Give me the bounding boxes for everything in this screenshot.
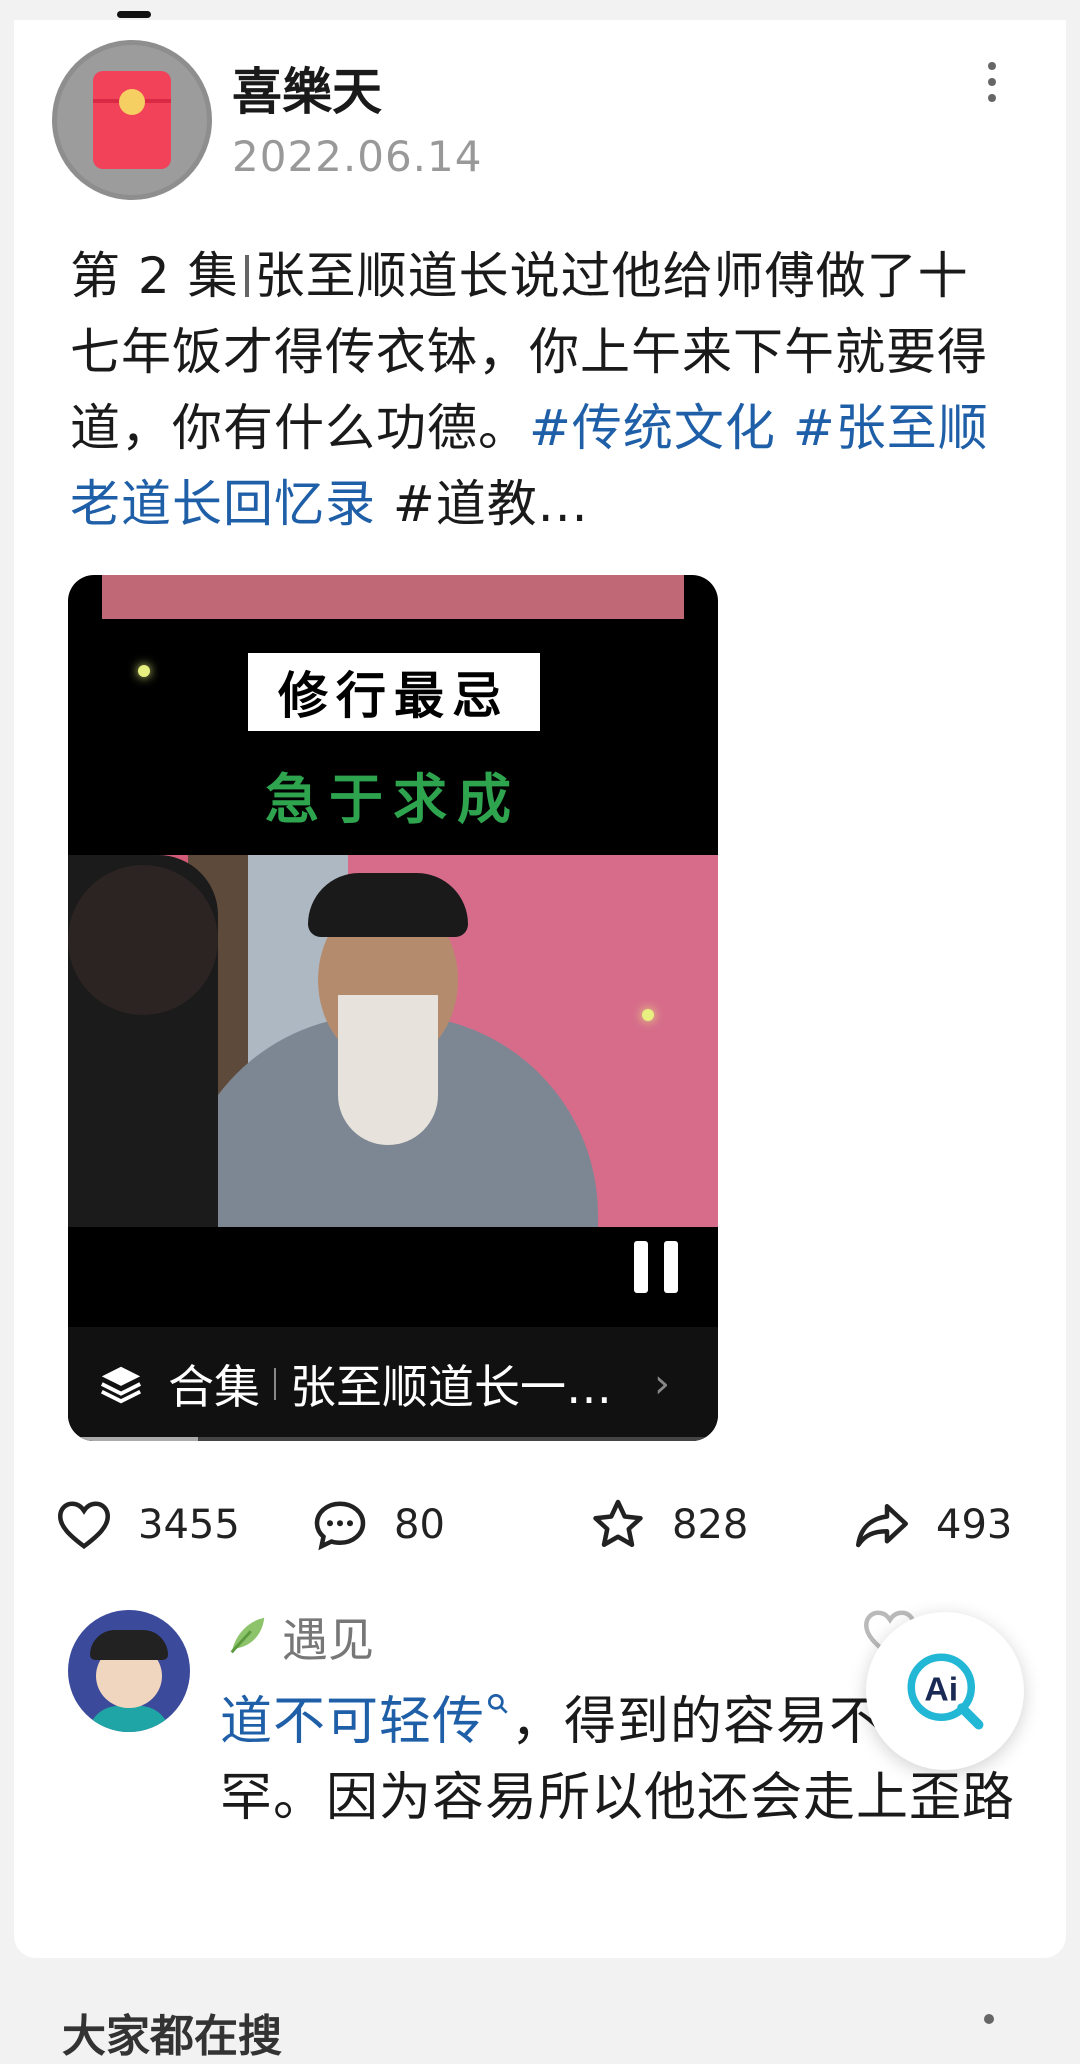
episode-label: 第 2 集: [70, 247, 239, 305]
commenter-avatar[interactable]: [68, 1610, 190, 1732]
share-arrow-icon: [856, 1504, 908, 1548]
video-progress-fill: [68, 1437, 198, 1441]
layers-icon: [100, 1366, 142, 1404]
comment-bubble-icon: [314, 1501, 366, 1551]
red-packet-icon: [93, 71, 171, 169]
sparkle: [642, 1009, 654, 1021]
text-divider: [244, 255, 249, 297]
post-actions: 3455 80 828 493: [54, 1490, 1024, 1560]
collection-bar[interactable]: 合集 张至顺道长一… ›: [68, 1327, 718, 1441]
hashtag-more[interactable]: #道教...: [393, 475, 589, 533]
sparkle: [138, 665, 150, 677]
search-icon[interactable]: [485, 1691, 511, 1717]
video-progress[interactable]: [68, 1437, 718, 1441]
comment-count: 80: [394, 1502, 445, 1548]
video-banner: [102, 575, 684, 619]
star-icon: [593, 1499, 643, 1547]
favorite-count: 828: [672, 1502, 749, 1548]
heart-icon: [57, 1501, 111, 1550]
more-dot-icon[interactable]: [984, 2014, 994, 2024]
more-options-button[interactable]: [982, 62, 1002, 112]
author-avatar[interactable]: [52, 40, 212, 200]
ai-assistant-button[interactable]: Ai: [866, 1612, 1024, 1770]
video-frame: [68, 855, 718, 1227]
like-button[interactable]: 3455: [54, 1490, 240, 1560]
author-name[interactable]: 喜樂天: [232, 52, 382, 124]
post-body: 第 2 集张至顺道长说过他给师傅做了十七年饭才得传衣钵，你上午来下午就要得道，你…: [70, 238, 1010, 542]
commenter-name[interactable]: 遇见: [282, 1604, 374, 1670]
collection-title: 张至顺道长一…: [290, 1360, 612, 1414]
like-count: 3455: [138, 1502, 240, 1548]
video-overlay-subtitle: 急于求成: [265, 768, 521, 831]
post-date: 2022.06.14: [232, 132, 483, 181]
chevron-right-icon: ›: [654, 1361, 670, 1407]
ai-search-icon: Ai: [907, 1653, 984, 1730]
collection-label: 合集: [168, 1360, 260, 1414]
status-indicator: [117, 11, 151, 18]
more-vertical-icon: [988, 62, 996, 70]
svg-text:Ai: Ai: [924, 1670, 958, 1708]
favorite-button[interactable]: 828: [588, 1490, 748, 1560]
share-button[interactable]: 493: [852, 1490, 1012, 1560]
comment-keyword-link[interactable]: 道不可轻传: [220, 1692, 485, 1752]
video-overlay-title: 修行最忌: [248, 653, 540, 731]
leaf-icon: [230, 1617, 265, 1654]
video-player[interactable]: 修行最忌 急于求成 合集 张至顺道长一… ›: [68, 575, 718, 1441]
pause-icon[interactable]: [634, 1241, 682, 1293]
share-count: 493: [936, 1502, 1013, 1548]
comment-button[interactable]: 80: [310, 1490, 445, 1560]
hashtag-link[interactable]: #传统文化: [529, 399, 776, 457]
section-title: 大家都在搜: [62, 2011, 282, 2062]
collection-divider: [274, 1368, 276, 1400]
